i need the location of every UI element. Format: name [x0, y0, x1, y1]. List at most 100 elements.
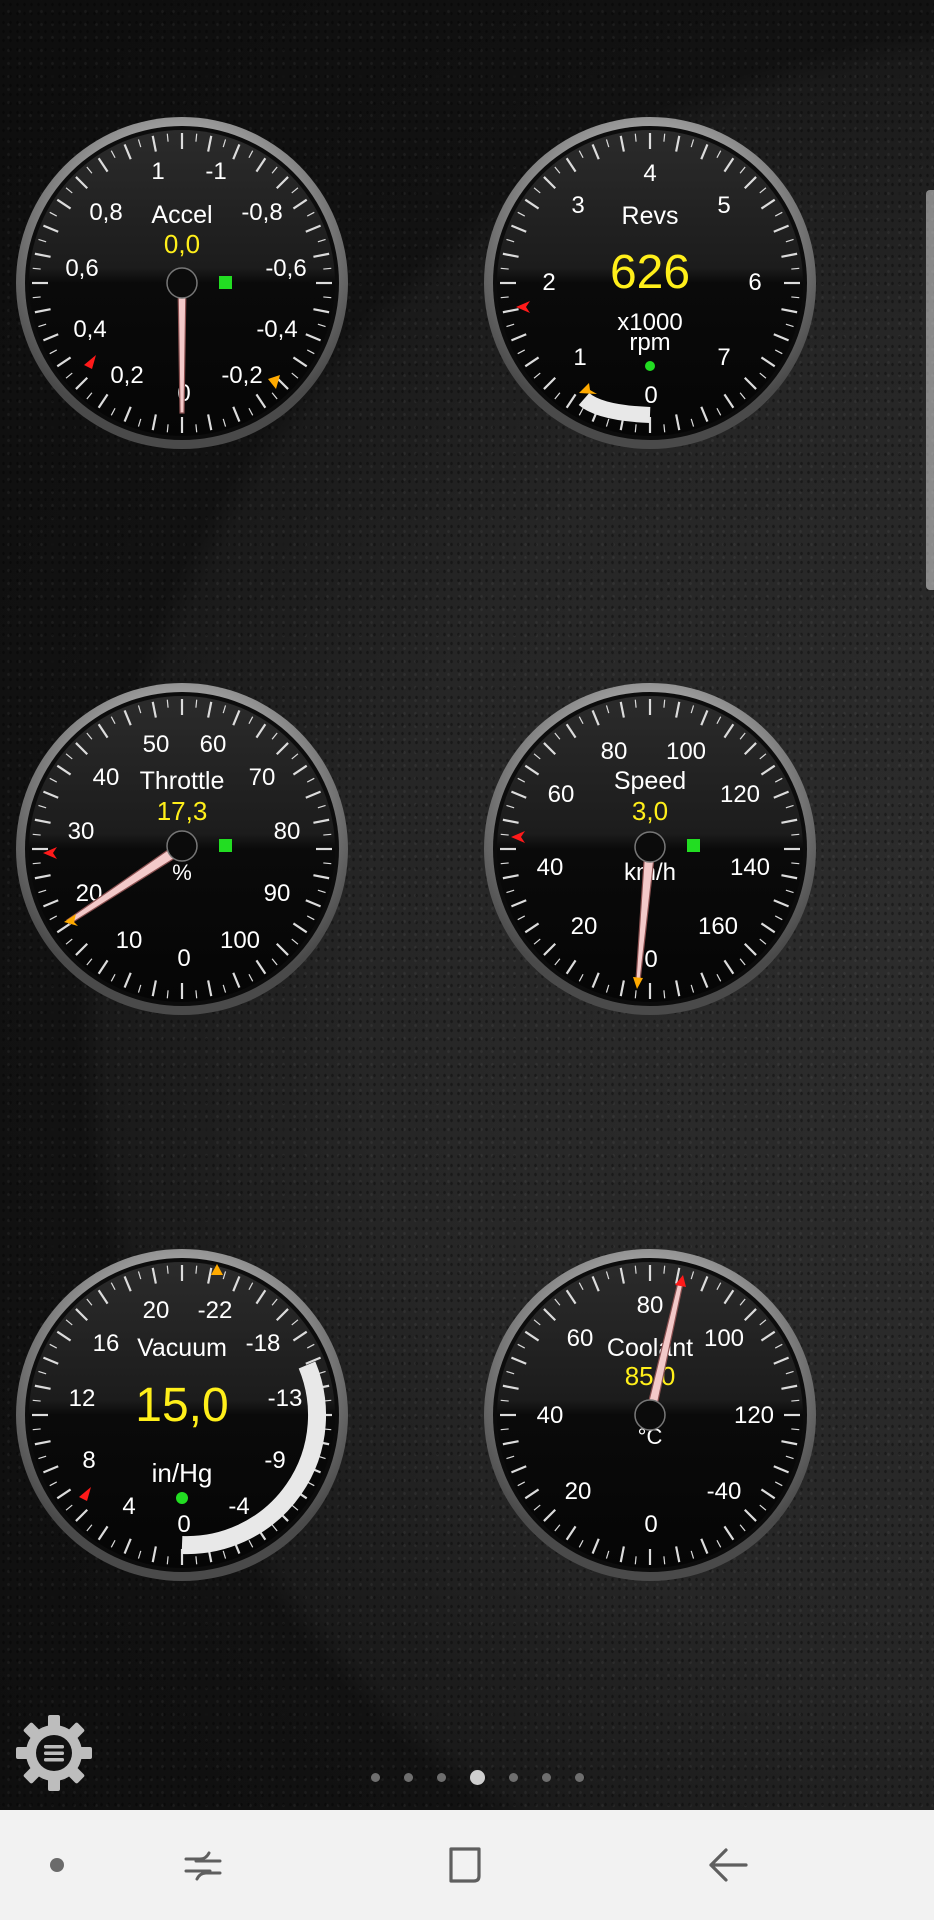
tick-label: 30 [68, 818, 95, 845]
tick-label: 0,2 [110, 362, 143, 389]
tick-mark [634, 699, 637, 708]
gauge-vacuum[interactable]: 0 4 8 12 16 20 -22 -18 -13 -9 -4 Vacuum … [12, 1245, 352, 1585]
page-dot[interactable] [436, 1772, 446, 1782]
tick-mark [663, 133, 666, 142]
tick-label: 90 [264, 880, 291, 907]
tick-mark [195, 1265, 198, 1274]
tick-label: -9 [264, 1447, 285, 1474]
tick-mark [791, 267, 800, 270]
tick-mark [791, 1399, 800, 1402]
tick-label: 8 [82, 1447, 95, 1474]
tick-label: 70 [249, 764, 276, 791]
tick-label: 80 [637, 1292, 664, 1319]
tick-label: -13 [268, 1385, 303, 1412]
tick-mark [195, 1556, 198, 1565]
tick-mark [634, 1265, 637, 1274]
tick-label: 140 [730, 854, 770, 881]
tick-label: -4 [228, 1493, 249, 1520]
tick-mark [500, 296, 509, 299]
tick-mark [500, 862, 509, 865]
status-light [176, 1492, 188, 1504]
tick-label: 40 [537, 854, 564, 881]
tick-label: 40 [93, 764, 120, 791]
gauge-speed[interactable]: 0 20 40 60 80 100 120 140 160 Speed 3,0 … [480, 679, 820, 1019]
tick-mark [634, 990, 637, 999]
tick-label: -0,2 [221, 362, 262, 389]
tick-label: 12 [69, 1385, 96, 1412]
tick-mark [323, 267, 332, 270]
tick-label: 16 [93, 1330, 120, 1357]
gauge-title: Revs [622, 202, 679, 230]
recents-button[interactable] [148, 1810, 258, 1920]
tick-label: -40 [707, 1478, 742, 1505]
tick-label: 60 [200, 731, 227, 758]
gauge-unit: % [172, 860, 192, 885]
tick-mark [323, 862, 332, 865]
tick-mark [500, 267, 509, 270]
tick-label: 80 [601, 738, 628, 765]
gauge-value: 626 [610, 246, 690, 299]
tick-mark [323, 833, 332, 836]
tick-label: 7 [717, 344, 730, 371]
tick-label: -18 [246, 1330, 281, 1357]
tick-mark [32, 267, 41, 270]
tick-mark [634, 424, 637, 433]
tick-mark [634, 1556, 637, 1565]
tick-mark [32, 1399, 41, 1402]
tick-label: 100 [666, 738, 706, 765]
home-button[interactable] [410, 1810, 520, 1920]
status-light [219, 276, 232, 289]
back-button[interactable] [672, 1810, 782, 1920]
tick-mark [195, 990, 198, 999]
status-light [645, 361, 655, 371]
tick-mark [791, 1428, 800, 1431]
tick-label: 4 [643, 160, 656, 187]
tick-mark [663, 699, 666, 708]
gauge-title: Accel [151, 201, 212, 229]
gauge-coolant[interactable]: 0 20 40 60 80 100 120 -40 Coolant 85,0 °… [480, 1245, 820, 1585]
status-light [219, 839, 232, 852]
gauge-value: 0,0 [164, 229, 200, 259]
tick-label: 40 [537, 1402, 564, 1429]
gauge-title: Coolant [607, 1334, 693, 1362]
page-dot[interactable] [574, 1772, 584, 1782]
gauge-throttle[interactable]: 0 10 20 30 40 50 60 70 80 90 100 Throttl… [12, 679, 352, 1019]
gauge-accel[interactable]: 1 -1 0,8 -0,8 0,6 -0,6 0,4 -0,4 0,2 -0,2… [12, 113, 352, 453]
tick-mark [634, 133, 637, 142]
tick-mark [663, 424, 666, 433]
edge-scroll-handle[interactable] [926, 190, 934, 590]
gauge-title: Vacuum [137, 1334, 227, 1362]
tick-label: 20 [571, 913, 598, 940]
tick-mark [500, 1399, 509, 1402]
tick-label: 0 [177, 1511, 190, 1538]
page-dot[interactable] [541, 1772, 551, 1782]
tick-label: 0 [644, 382, 657, 409]
gauge-revs[interactable]: 0 1 2 3 4 5 6 7 Revs 626 x1000 rpm [480, 113, 820, 453]
tick-label: 1 [151, 158, 164, 185]
tick-label: 3 [571, 192, 584, 219]
tick-label: 2 [542, 269, 555, 296]
page-dot[interactable] [403, 1772, 413, 1782]
page-dot[interactable] [508, 1772, 518, 1782]
page-dot[interactable] [370, 1772, 380, 1782]
tick-mark [195, 699, 198, 708]
tick-mark [166, 699, 169, 708]
tick-mark [32, 1428, 41, 1431]
tick-label: -22 [198, 1297, 233, 1324]
tick-label: -0,8 [241, 199, 282, 226]
tick-label: 20 [565, 1478, 592, 1505]
tick-label: -1 [205, 158, 226, 185]
tick-label: 5 [717, 192, 730, 219]
gauge-value: 17,3 [157, 796, 208, 826]
tick-label: 0 [177, 945, 190, 972]
tick-mark [32, 862, 41, 865]
back-arrow-icon [709, 1848, 748, 1882]
page-dot[interactable] [469, 1769, 485, 1785]
tick-mark [195, 424, 198, 433]
tick-mark [663, 1556, 666, 1565]
tick-label: 120 [734, 1402, 774, 1429]
tick-mark [32, 833, 41, 836]
nav-dot-button[interactable] [2, 1810, 112, 1920]
tick-label: -0,4 [256, 316, 297, 343]
tick-mark [166, 990, 169, 999]
